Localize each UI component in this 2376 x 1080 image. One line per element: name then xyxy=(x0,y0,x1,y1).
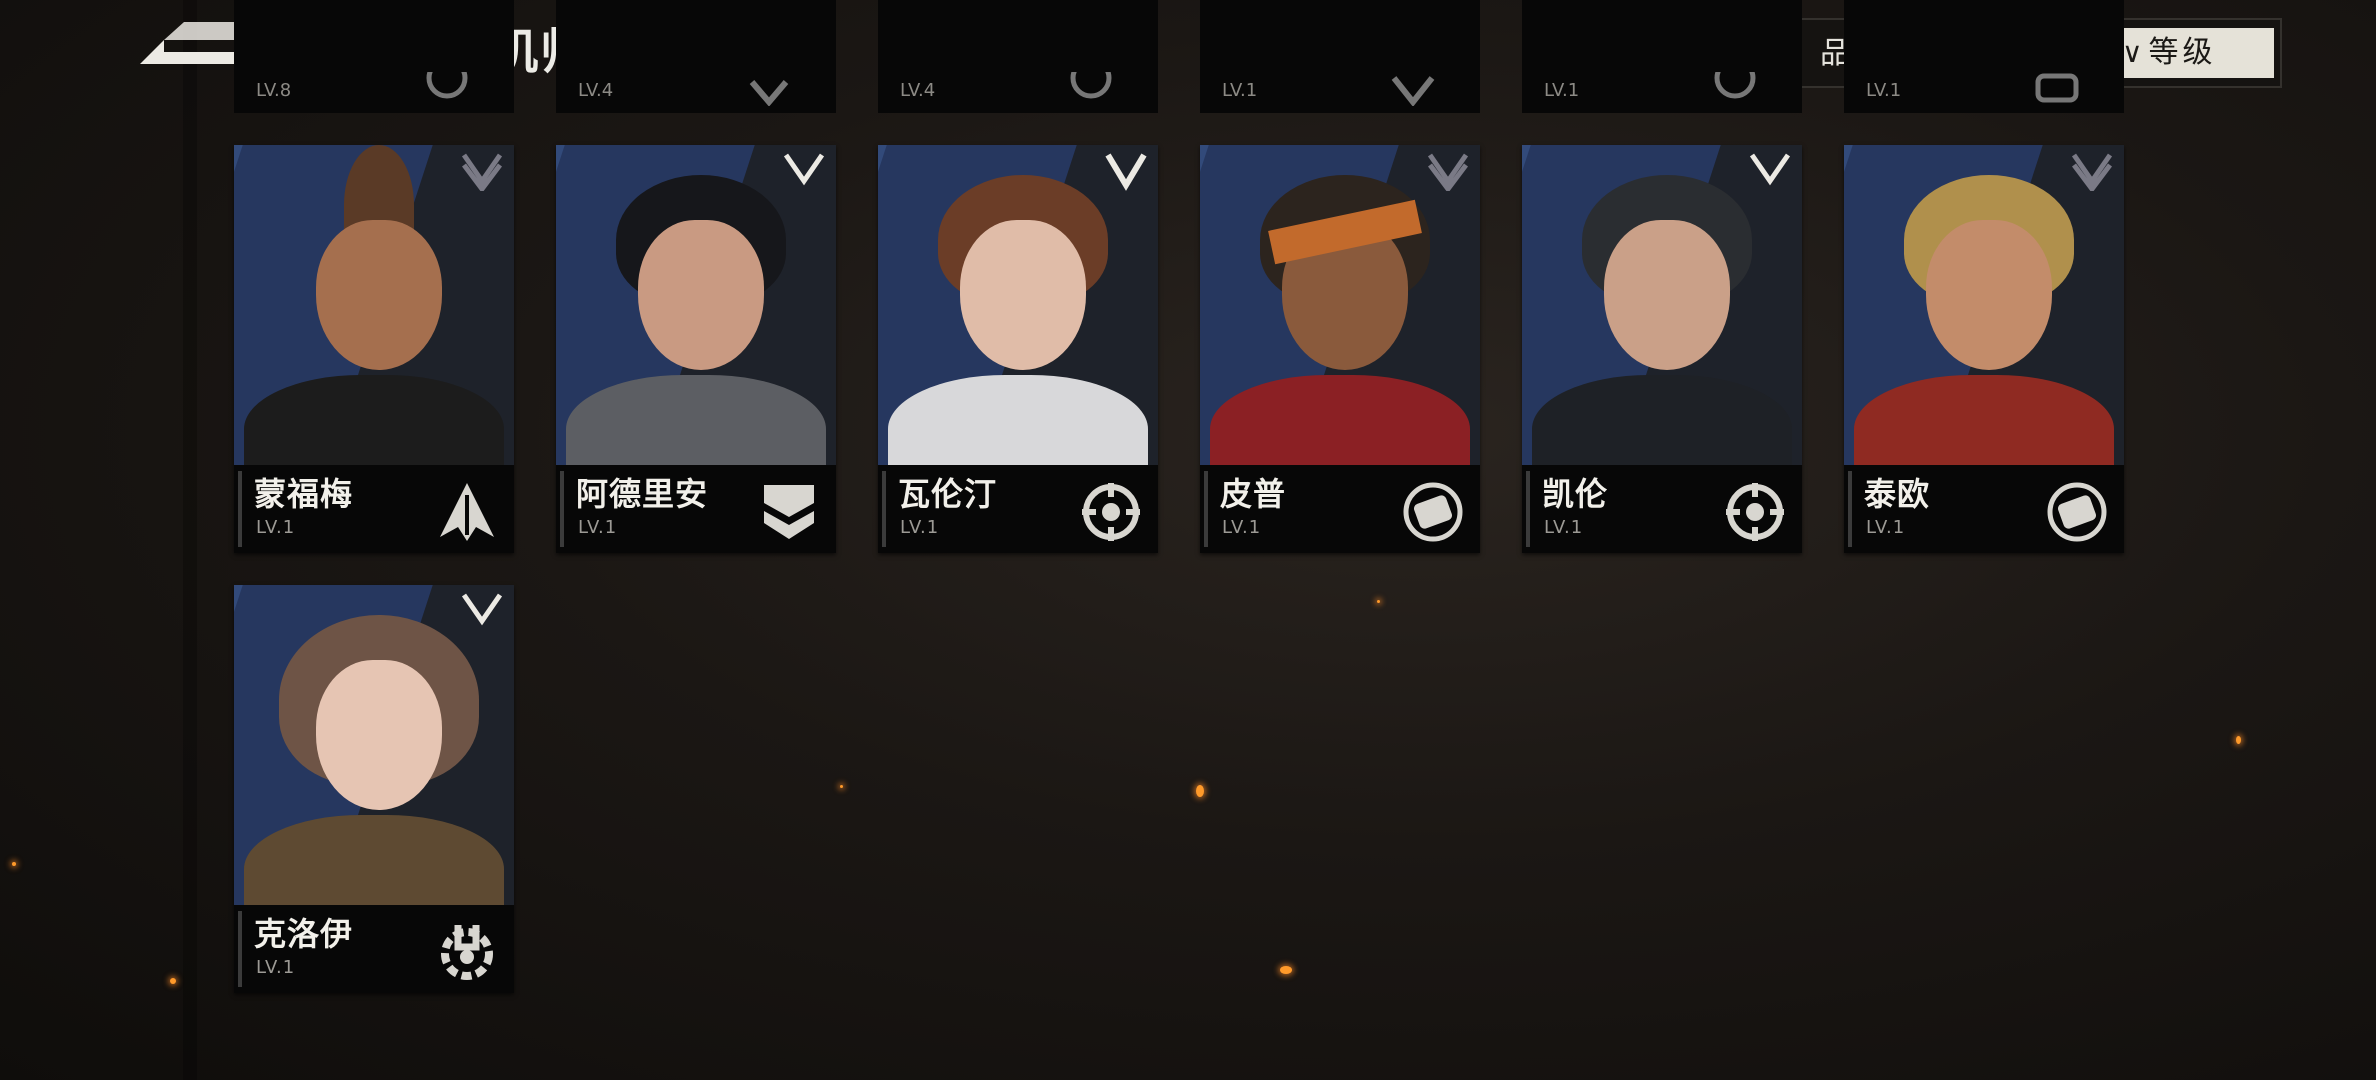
pilot-card-partial[interactable]: LV.1 xyxy=(1200,0,1480,113)
half-chevron-rank-icon xyxy=(1749,153,1791,186)
spear-icon xyxy=(440,483,494,541)
pilot-level: LV.1 xyxy=(1866,80,1902,101)
pilot-level: LV.4 xyxy=(578,80,614,101)
crosshair-icon xyxy=(1726,483,1784,541)
pilot-name: 泰欧 xyxy=(1864,475,1931,513)
level-sort-button[interactable]: ∨ 等级 xyxy=(2108,28,2274,78)
pilot-name: 瓦伦汀 xyxy=(898,475,998,513)
chevron-icon xyxy=(749,80,789,106)
pilot-info: 阿德里安 LV.1 xyxy=(556,465,836,553)
background-divider xyxy=(183,0,197,1080)
crosshair-icon xyxy=(1070,72,1112,99)
pilot-card-partial[interactable]: LV.1 xyxy=(1522,0,1802,113)
ember-particle xyxy=(2236,736,2241,744)
shield-chevron-icon xyxy=(764,485,814,539)
ember-particle xyxy=(12,862,16,866)
crosshair-icon xyxy=(1714,72,1756,99)
pilot-name: 克洛伊 xyxy=(254,915,354,953)
pilot-name: 皮普 xyxy=(1220,475,1287,513)
double-chevron-rank-icon xyxy=(1427,153,1469,191)
ember-particle xyxy=(840,785,843,788)
pilot-card-partial[interactable]: LV.8 xyxy=(234,0,514,113)
pilot-card-partial[interactable]: LV.4 xyxy=(878,0,1158,113)
pilot-name: 蒙福梅 xyxy=(254,475,354,513)
crosshair-icon xyxy=(426,72,468,99)
chevron-rank-icon xyxy=(1105,153,1147,191)
ember-particle xyxy=(1196,785,1204,797)
half-chevron-rank-icon xyxy=(461,593,503,626)
fist-icon xyxy=(2035,73,2079,103)
pilot-level: LV.1 xyxy=(1866,517,1906,538)
pilot-card[interactable]: 泰欧 LV.1 xyxy=(1844,145,2124,553)
pilot-level: LV.4 xyxy=(900,80,936,101)
pilot-info: 泰欧 LV.1 xyxy=(1844,465,2124,553)
pilot-card-partial[interactable]: LV.4 xyxy=(556,0,836,113)
pilot-info: 瓦伦汀 LV.1 xyxy=(878,465,1158,553)
pilot-portrait xyxy=(556,145,836,465)
ember-particle xyxy=(170,978,176,984)
wrench-gear-icon xyxy=(441,925,493,980)
fist-icon xyxy=(2047,482,2107,542)
pilot-portrait xyxy=(1844,145,2124,465)
pilot-card[interactable]: 瓦伦汀 LV.1 xyxy=(878,145,1158,553)
pilot-card[interactable]: 阿德里安 LV.1 xyxy=(556,145,836,553)
pilot-portrait xyxy=(234,585,514,905)
pilot-portrait xyxy=(1200,145,1480,465)
chevron-down-icon: ∨ xyxy=(2122,36,2143,69)
pilot-name: 阿德里安 xyxy=(576,475,709,513)
pilot-level: LV.1 xyxy=(1222,517,1262,538)
pilot-info: 蒙福梅 LV.1 xyxy=(234,465,514,553)
ember-particle xyxy=(1280,966,1292,974)
pilot-info: 克洛伊 LV.1 xyxy=(234,905,514,993)
double-chevron-rank-icon xyxy=(2071,153,2113,191)
pilot-portrait xyxy=(878,145,1158,465)
pilot-card[interactable]: 凯伦 LV.1 xyxy=(1522,145,1802,553)
pilot-level: LV.1 xyxy=(900,517,940,538)
pilot-level: LV.1 xyxy=(1544,80,1580,101)
pilot-card[interactable]: 蒙福梅 LV.1 xyxy=(234,145,514,553)
pilot-card-partial[interactable]: LV.1 xyxy=(1844,0,2124,113)
pilot-level: LV.1 xyxy=(256,517,296,538)
pilot-portrait xyxy=(234,145,514,465)
pilot-level: LV.1 xyxy=(1222,80,1258,101)
pilot-level: LV.1 xyxy=(578,517,618,538)
shield-icon xyxy=(1391,76,1435,106)
pilot-portrait xyxy=(1522,145,1802,465)
pilot-card[interactable]: 皮普 LV.1 xyxy=(1200,145,1480,553)
pilot-name: 凯伦 xyxy=(1542,475,1609,513)
ember-particle xyxy=(1377,600,1380,603)
pilot-card[interactable]: 克洛伊 LV.1 xyxy=(234,585,514,993)
double-chevron-rank-icon xyxy=(461,153,503,191)
pilot-info: 凯伦 LV.1 xyxy=(1522,465,1802,553)
level-sort-label: 等级 xyxy=(2148,35,2217,70)
pilot-level: LV.8 xyxy=(256,80,292,101)
crosshair-icon xyxy=(1082,483,1140,541)
pilot-level: LV.1 xyxy=(256,957,296,978)
fist-icon xyxy=(1403,482,1463,542)
half-chevron-rank-icon xyxy=(783,153,825,186)
pilot-info: 皮普 LV.1 xyxy=(1200,465,1480,553)
pilot-level: LV.1 xyxy=(1544,517,1584,538)
